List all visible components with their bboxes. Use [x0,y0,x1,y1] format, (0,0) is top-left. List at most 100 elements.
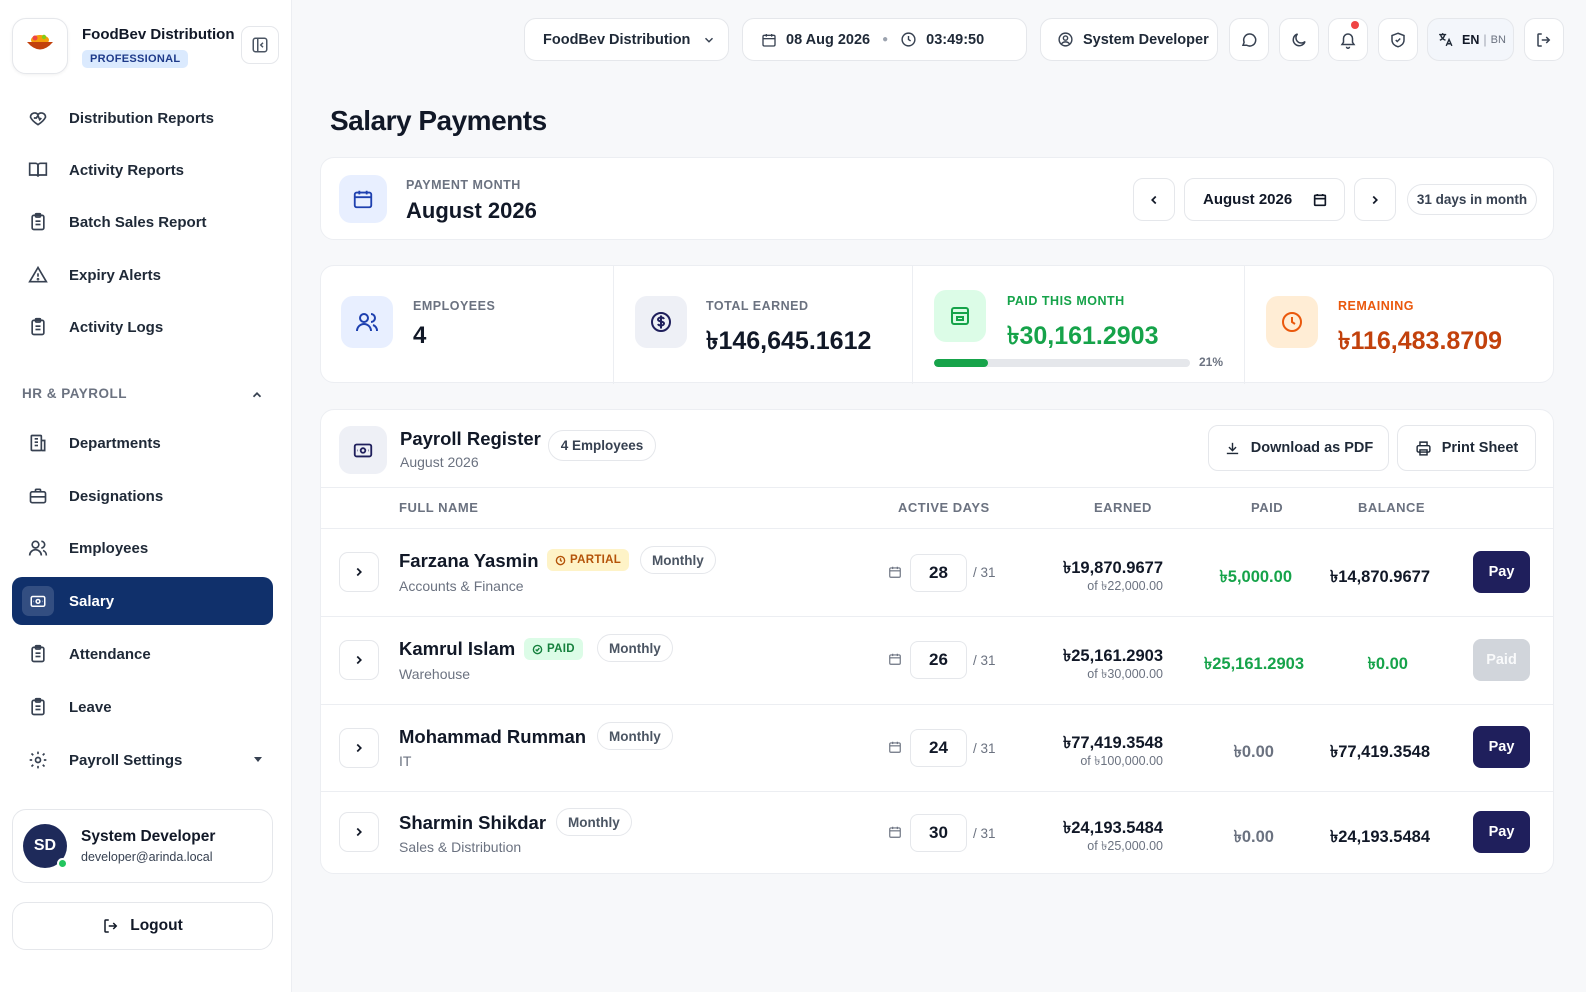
total-earned-value: ৳146,645.1612 [706,327,872,355]
download-pdf-button[interactable]: Download as PDF [1208,425,1389,471]
clock-icon [555,555,566,565]
briefcase-icon [26,486,50,506]
expand-row-button[interactable] [339,640,379,680]
building-icon [26,433,50,453]
user-email: developer@arinda.local [81,850,213,864]
moon-icon [1292,32,1306,46]
sidebar-collapse-button[interactable] [241,26,279,64]
prev-month-button[interactable] [1133,178,1175,221]
nav-item-activity-reports[interactable]: Activity Reports [12,146,273,194]
nav-item-departments[interactable]: Departments [12,419,273,467]
employees-label: EMPLOYEES [413,299,496,313]
exit-button[interactable] [1524,18,1564,61]
printer-icon [1416,440,1431,456]
next-month-button[interactable] [1354,178,1396,221]
nav-item-leave[interactable]: Leave [12,683,273,731]
print-sheet-button[interactable]: Print Sheet [1397,425,1536,471]
expand-row-button[interactable] [339,812,379,852]
language-switcher[interactable]: EN | BN [1427,18,1514,61]
pay-button[interactable]: Pay [1473,726,1530,768]
dollar-circle-icon [651,312,671,332]
shield-icon [1391,31,1405,48]
nav-item-designations[interactable]: Designations [12,472,273,520]
column-header-active-days: ACTIVE DAYS [898,500,990,515]
nav-item-distribution-reports[interactable]: Distribution Reports [12,94,273,142]
column-header-earned: EARNED [1094,500,1152,515]
user-card[interactable]: SD System Developer developer@arinda.loc… [12,809,273,883]
notifications-button[interactable] [1328,18,1368,61]
nav-item-salary[interactable]: Salary [12,577,273,625]
paid-amount: ৳0.00 [1233,743,1274,761]
chevron-right-icon [1372,195,1378,204]
receipt-icon [951,307,969,325]
chat-button[interactable] [1229,18,1269,61]
pay-button[interactable]: Pay [1473,811,1530,853]
active-days-input[interactable]: 28 [910,554,967,592]
active-days-input[interactable]: 24 [910,729,967,767]
user-name: System Developer [81,828,216,845]
users-icon [26,538,50,558]
clipboard-icon [26,212,50,232]
payment-month-value: August 2026 [406,198,537,223]
employees-count: 4 [413,322,427,349]
translate-icon [1439,33,1453,47]
status-badge: PAID [524,638,583,660]
user-menu-button[interactable]: System Developer [1040,18,1218,61]
total-earned-label: TOTAL EARNED [706,299,809,313]
nav-item-batch-sales-report[interactable]: Batch Sales Report [12,198,273,246]
pay-cycle-badge: Monthly [556,808,632,836]
column-header-paid: PAID [1251,500,1284,515]
brand-name: FoodBev Distribution [82,26,235,43]
nav-item-payroll-settings[interactable]: Payroll Settings [12,736,273,784]
security-button[interactable] [1378,18,1418,61]
paid-progress-bar [934,359,1190,367]
stats-card: EMPLOYEES 4 TOTAL EARNED ৳146,645.1612 P… [320,265,1554,384]
sidebar-toggle-icon [252,37,268,53]
employee-name: Mohammad Rumman [399,726,587,747]
register-icon-tile [339,426,387,474]
paid-button[interactable]: Paid [1473,639,1530,681]
register-title: Payroll Register [400,428,541,449]
register-subtitle: August 2026 [400,454,479,470]
nav-item-attendance[interactable]: Attendance [12,630,273,678]
column-header-balance: BALANCE [1358,500,1426,515]
warning-icon [26,265,50,285]
nav-item-employees[interactable]: Employees [12,524,273,572]
chevron-up-icon[interactable] [250,388,264,402]
balance-amount: ৳14,870.9677 [1330,568,1430,586]
earned-base: of ৳30,000.00 [1087,667,1163,681]
logout-button[interactable]: Logout [12,902,273,950]
remaining-value: ৳116,483.8709 [1338,327,1503,355]
active-days-input[interactable]: 26 [910,641,967,679]
calendar-icon [888,565,902,579]
active-days-input[interactable]: 30 [910,814,967,852]
bell-icon [1340,32,1356,49]
employee-count-badge: 4 Employees [548,430,656,461]
plan-badge: PROFESSIONAL [82,50,189,68]
wallet-icon [22,586,54,616]
paid-icon-tile [934,290,986,342]
theme-toggle-button[interactable] [1279,18,1319,61]
paid-amount: ৳5,000.00 [1219,568,1292,586]
earned-base: of ৳100,000.00 [1080,754,1163,768]
chat-icon [1241,32,1257,47]
status-badge: PARTIAL [547,549,630,571]
month-picker[interactable]: August 2026 [1184,178,1345,221]
nav-item-activity-logs[interactable]: Activity Logs [12,303,273,351]
remaining-label: REMAINING [1338,299,1415,313]
pay-button[interactable]: Pay [1473,551,1530,593]
nav-item-expiry-alerts[interactable]: Expiry Alerts [12,251,273,299]
days-total: / 31 [973,826,996,841]
expand-row-button[interactable] [339,728,379,768]
employees-icon-tile [341,296,393,348]
company-selector[interactable]: FoodBev Distribution [524,18,729,61]
earned-base: of ৳25,000.00 [1087,839,1163,853]
caret-down-icon[interactable] [253,754,263,764]
employee-department: Warehouse [399,666,471,682]
heart-pulse-icon [26,108,50,128]
chevron-right-icon [356,743,362,753]
month-icon-tile [339,175,387,223]
employee-name: Sharmin Shikdar [399,812,547,833]
online-status-dot [57,858,68,869]
expand-row-button[interactable] [339,552,379,592]
